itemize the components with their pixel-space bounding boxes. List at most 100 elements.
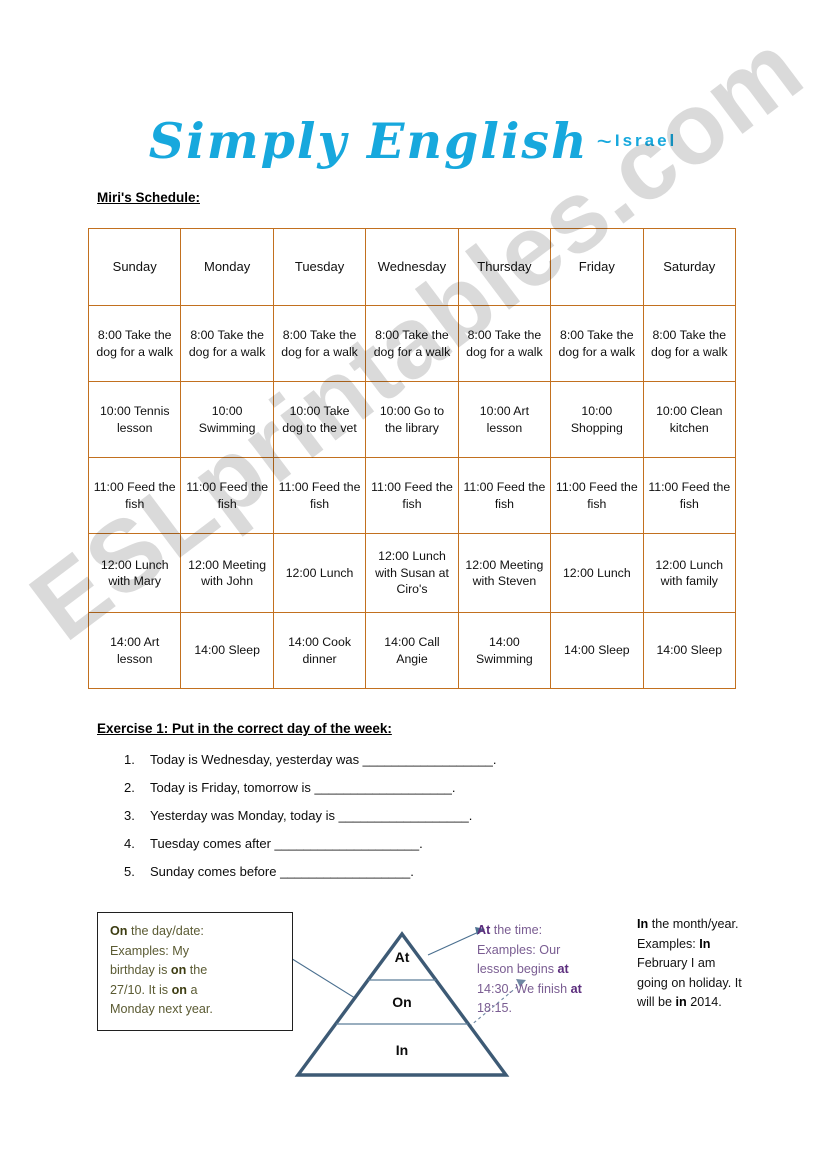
schedule-cell: 10:00 Take dog to the vet bbox=[272, 381, 367, 458]
schedule-cell: 8:00 Take the dog for a walk bbox=[180, 305, 274, 382]
in-block-line5-a: will be bbox=[637, 995, 676, 1010]
table-header-row: Sunday Monday Tuesday Wednesday Thursday… bbox=[87, 228, 737, 306]
schedule-cell: 8:00 Take the dog for a walk bbox=[272, 305, 367, 382]
list-item-number: 2. bbox=[124, 780, 135, 796]
worksheet-page: ESLprintables.com Simply English ~ Israel … bbox=[0, 0, 826, 1169]
schedule-cell: 14:00 Swimming bbox=[457, 612, 552, 689]
column-header-wednesday: Wednesday bbox=[365, 228, 459, 306]
at-block-line-3: lesson begins at bbox=[477, 960, 627, 980]
schedule-cell: 12:00 Meeting with John bbox=[180, 533, 274, 613]
table-row: 10:00 Tennis lesson 10:00 Swimming 10:00… bbox=[87, 381, 737, 458]
at-keyword: at bbox=[570, 981, 582, 996]
pyramid-label-in: In bbox=[396, 1042, 408, 1058]
schedule-cell: 8:00 Take the dog for a walk bbox=[642, 305, 737, 382]
list-item-text: Today is Wednesday, yesterday was ______… bbox=[150, 752, 497, 767]
at-block-line3-a: lesson begins bbox=[477, 962, 558, 977]
schedule-cell: 12:00 Lunch bbox=[550, 533, 644, 613]
at-preposition-block: At the time: Examples: Our lesson begins… bbox=[477, 921, 627, 1019]
on-box-line-2: Examples: My bbox=[110, 943, 190, 958]
schedule-cell: 10:00 Go to the library bbox=[365, 381, 459, 458]
in-keyword: In bbox=[637, 917, 649, 931]
exercise-list: 1. Today is Wednesday, yesterday was ___… bbox=[118, 752, 718, 892]
schedule-cell: 14:00 Call Angie bbox=[365, 612, 459, 689]
in-keyword: In bbox=[699, 936, 711, 951]
at-block-line4-a: 14:30. We finish bbox=[477, 981, 571, 996]
schedule-cell: 11:00 Feed the fish bbox=[457, 457, 552, 534]
column-header-sunday: Sunday bbox=[87, 228, 182, 306]
schedule-cell: 14:00 Art lesson bbox=[87, 612, 182, 689]
in-block-line-2: Examples: In bbox=[637, 935, 802, 955]
on-box-line-4: 27/10. It is on a bbox=[110, 981, 282, 1001]
on-keyword: on bbox=[171, 982, 187, 997]
schedule-cell: 8:00 Take the dog for a walk bbox=[457, 305, 552, 382]
table-row: 14:00 Art lesson 14:00 Sleep 14:00 Cook … bbox=[87, 612, 737, 689]
on-box-lead-rest: the day/date: bbox=[127, 924, 204, 938]
schedule-cell: 14:00 Cook dinner bbox=[272, 612, 367, 689]
schedule-cell: 10:00 Shopping bbox=[550, 381, 644, 458]
schedule-cell: 8:00 Take the dog for a walk bbox=[365, 305, 459, 382]
schedule-cell: 11:00 Feed the fish bbox=[180, 457, 274, 534]
on-box-line3-a: birthday is bbox=[110, 963, 171, 978]
on-box-line3-b: the bbox=[186, 963, 208, 978]
list-item: 4. Tuesday comes after _________________… bbox=[118, 836, 718, 852]
list-item-text: Today is Friday, tomorrow is ___________… bbox=[150, 780, 456, 796]
list-item-text: Tuesday comes after ____________________… bbox=[150, 836, 423, 852]
list-item-number: 1. bbox=[124, 752, 135, 767]
schedule-cell: 12:00 Lunch bbox=[272, 533, 367, 613]
at-block-line-1: At the time: bbox=[477, 921, 627, 941]
column-header-thursday: Thursday bbox=[457, 228, 552, 306]
list-item-number: 5. bbox=[124, 864, 135, 880]
column-header-saturday: Saturday bbox=[642, 228, 737, 306]
brand-header: Simply English ~ Israel bbox=[0, 112, 826, 170]
on-box-line4-b: a bbox=[187, 982, 198, 997]
list-item-text: Yesterday was Monday, today is _________… bbox=[150, 808, 473, 824]
pyramid-label-at: At bbox=[395, 949, 410, 965]
list-item: 1. Today is Wednesday, yesterday was ___… bbox=[118, 752, 718, 768]
list-item: 5. Sunday comes before _________________… bbox=[118, 864, 718, 880]
table-row: 8:00 Take the dog for a walk 8:00 Take t… bbox=[87, 305, 737, 382]
in-block-line-1: In the month/year. bbox=[637, 915, 802, 935]
schedule-cell: 12:00 Meeting with Steven bbox=[457, 533, 552, 613]
schedule-cell: 10:00 Tennis lesson bbox=[87, 381, 182, 458]
schedule-cell: 11:00 Feed the fish bbox=[550, 457, 644, 534]
schedule-table-wrapper: Sunday Monday Tuesday Wednesday Thursday… bbox=[87, 228, 737, 689]
on-preposition-box: On the day/date: Examples: My birthday i… bbox=[97, 912, 293, 1031]
in-block-line2-a: Examples: bbox=[637, 936, 700, 951]
column-header-friday: Friday bbox=[550, 228, 644, 306]
in-block-lead-rest: the month/year. bbox=[648, 917, 739, 931]
brand-name: Simply English bbox=[148, 112, 589, 170]
schedule-cell: 8:00 Take the dog for a walk bbox=[550, 305, 644, 382]
schedule-cell: 12:00 Lunch with Susan at Ciro's bbox=[365, 533, 459, 613]
schedule-cell: 14:00 Sleep bbox=[642, 612, 737, 689]
in-block-line-4: going on holiday. It bbox=[637, 975, 742, 990]
schedule-cell: 14:00 Sleep bbox=[550, 612, 644, 689]
exercise-title: Exercise 1: Put in the correct day of th… bbox=[97, 721, 392, 736]
in-block-line-5: will be in 2014. bbox=[637, 993, 802, 1013]
on-box-line-3: birthday is on the bbox=[110, 961, 282, 981]
list-item: 3. Yesterday was Monday, today is ______… bbox=[118, 808, 718, 824]
schedule-table: Sunday Monday Tuesday Wednesday Thursday… bbox=[87, 228, 737, 689]
schedule-cell: 8:00 Take the dog for a walk bbox=[87, 305, 182, 382]
at-keyword: At bbox=[477, 923, 491, 937]
list-item-number: 3. bbox=[124, 808, 135, 824]
in-block-line5-b: 2014. bbox=[686, 995, 722, 1010]
brand-country: Israel bbox=[614, 131, 678, 150]
schedule-cell: 10:00 Clean kitchen bbox=[642, 381, 737, 458]
column-header-tuesday: Tuesday bbox=[272, 228, 367, 306]
schedule-cell: 11:00 Feed the fish bbox=[272, 457, 367, 534]
in-keyword: in bbox=[675, 995, 687, 1010]
at-block-lead-rest: the time: bbox=[490, 923, 543, 937]
schedule-cell: 10:00 Swimming bbox=[180, 381, 274, 458]
schedule-cell: 12:00 Lunch with family bbox=[642, 533, 737, 613]
in-block-line-3: February I am bbox=[637, 956, 716, 971]
table-row: 11:00 Feed the fish 11:00 Feed the fish … bbox=[87, 457, 737, 534]
table-row: 12:00 Lunch with Mary 12:00 Meeting with… bbox=[87, 533, 737, 613]
schedule-cell: 11:00 Feed the fish bbox=[642, 457, 737, 534]
on-box-line-5: Monday next year. bbox=[110, 1002, 213, 1017]
pyramid-label-on: On bbox=[392, 994, 411, 1010]
schedule-title: Miri's Schedule: bbox=[97, 190, 200, 205]
brand-tilde: ~ bbox=[596, 125, 612, 156]
column-header-monday: Monday bbox=[180, 228, 274, 306]
at-block-line-4: 14:30. We finish at bbox=[477, 980, 627, 1000]
schedule-cell: 10:00 Art lesson bbox=[457, 381, 552, 458]
